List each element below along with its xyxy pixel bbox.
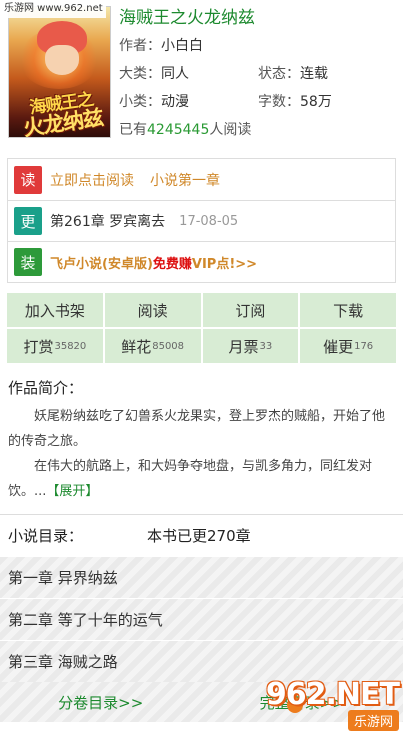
- catalog-updated-count: 本书已更270章: [147, 527, 251, 545]
- read-now-link[interactable]: 立即点击阅读: [50, 170, 134, 190]
- actions-box: 读 立即点击阅读 小说第一章 更 第261章 罗宾离去 17-08-05 装 飞…: [7, 158, 396, 283]
- cover-face: [45, 45, 79, 75]
- urge-update-count: 176: [354, 340, 374, 352]
- intro-paragraph-1: 妖尾粉纳兹吃了幻兽系火龙果实，登上罗杰的贼船，开始了他的传奇之旅。: [8, 409, 386, 449]
- readers-count: 4245445: [147, 122, 210, 138]
- watermark-top: 乐游网 www.962.net: [0, 0, 106, 18]
- subscribe-button[interactable]: 订阅: [202, 293, 299, 327]
- intro-text: 妖尾粉纳兹吃了幻兽系火龙果实，登上罗杰的贼船，开始了他的传奇之旅。 在伟大的航路…: [8, 404, 395, 504]
- book-header: 海贼王之 火龙纳兹 海贼王之火龙纳兹 作者：小白白 大类：同人 状态：连载 小类…: [0, 0, 403, 148]
- install-app-link[interactable]: 飞卢小说(安卓版)免费赚VIP点!>>: [50, 253, 257, 272]
- book-cover-image[interactable]: 海贼王之 火龙纳兹: [8, 6, 111, 138]
- watermark-bottom-right: 962.NET 乐游网: [266, 675, 403, 735]
- latest-update-row[interactable]: 更 第261章 罗宾离去 17-08-05: [8, 200, 395, 241]
- author-label: 作者：: [119, 38, 161, 54]
- watermark-sub: 乐游网: [347, 710, 399, 731]
- latest-chapter-link[interactable]: 第261章 罗宾离去: [50, 211, 165, 231]
- button-label: 鲜花: [121, 337, 152, 356]
- flowers-count: 85008: [152, 340, 185, 352]
- monthly-ticket-count: 33: [259, 340, 273, 352]
- button-label: 下载: [333, 301, 364, 320]
- author-row: 作者：小白白: [119, 34, 397, 58]
- expand-intro-link[interactable]: 【展开】: [46, 484, 98, 499]
- category-label: 大类：: [119, 66, 161, 82]
- button-label: 催更: [323, 337, 354, 356]
- category-status-row: 大类：同人 状态：连载: [119, 62, 397, 86]
- chapter-item[interactable]: 第二章 等了十年的运气: [0, 598, 403, 640]
- intro-heading: 作品简介：: [8, 379, 84, 397]
- wordcount-value: 58万: [300, 94, 332, 110]
- status-label: 状态：: [258, 66, 300, 82]
- watermark-logo: 962.NET: [265, 677, 400, 712]
- button-label: 订阅: [235, 301, 266, 320]
- first-chapter-link[interactable]: 小说第一章: [150, 170, 220, 190]
- subcategory-link[interactable]: 动漫: [161, 94, 189, 110]
- action-button-grid: 加入书架 阅读 订阅 下载 打赏 35820 鲜花 85008 月票 33 催更 176: [7, 293, 396, 363]
- volume-catalog-link[interactable]: 分卷目录>>: [0, 692, 202, 713]
- urge-update-button[interactable]: 催更 176: [300, 329, 396, 363]
- subcategory-wordcount-row: 小类：动漫 字数：58万: [119, 90, 397, 114]
- book-title[interactable]: 海贼王之火龙纳兹: [119, 6, 397, 30]
- book-info: 海贼王之火龙纳兹 作者：小白白 大类：同人 状态：连载 小类：动漫 字数：58万…: [119, 6, 397, 142]
- button-label: 阅读: [137, 301, 168, 320]
- readers-row: 已有4245445人阅读: [119, 118, 397, 142]
- catalog-header: 小说目录： 本书已更270章: [0, 514, 403, 556]
- catalog-label: 小说目录：: [8, 527, 84, 545]
- install-badge: 装: [14, 248, 42, 276]
- tip-count: 35820: [54, 340, 87, 352]
- read-now-row[interactable]: 读 立即点击阅读 小说第一章: [8, 159, 395, 200]
- monthly-ticket-button[interactable]: 月票 33: [202, 329, 299, 363]
- intro-paragraph-2: 在伟大的航路上，和大妈争夺地盘，与凯多角力，同红发对饮。...【展开】: [8, 454, 395, 504]
- wordcount-label: 字数：: [258, 94, 300, 110]
- download-button[interactable]: 下载: [300, 293, 396, 327]
- install-app-row[interactable]: 装 飞卢小说(安卓版)免费赚VIP点!>>: [8, 241, 395, 282]
- flowers-button[interactable]: 鲜花 85008: [104, 329, 201, 363]
- status-value: 连载: [300, 66, 328, 82]
- tip-button[interactable]: 打赏 35820: [7, 329, 103, 363]
- add-to-shelf-button[interactable]: 加入书架: [7, 293, 103, 327]
- button-label: 加入书架: [24, 301, 85, 320]
- button-label: 打赏: [23, 337, 54, 356]
- promo-vip: VIP点!>>: [191, 256, 258, 272]
- read-badge: 读: [14, 165, 42, 194]
- category-link[interactable]: 同人: [161, 66, 189, 82]
- update-badge: 更: [14, 207, 42, 235]
- author-link[interactable]: 小白白: [161, 38, 203, 54]
- read-button[interactable]: 阅读: [104, 293, 201, 327]
- promo-free-earn: 免费赚: [152, 256, 192, 272]
- promo-app-name: 飞卢小说(安卓版): [50, 256, 153, 272]
- readers-prefix: 已有: [119, 122, 147, 138]
- subcategory-label: 小类：: [119, 94, 161, 110]
- latest-chapter-date: 17-08-05: [179, 213, 239, 229]
- button-label: 月票: [228, 337, 259, 356]
- readers-suffix: 人阅读: [209, 122, 252, 138]
- chapter-item[interactable]: 第一章 异界纳兹: [0, 556, 403, 598]
